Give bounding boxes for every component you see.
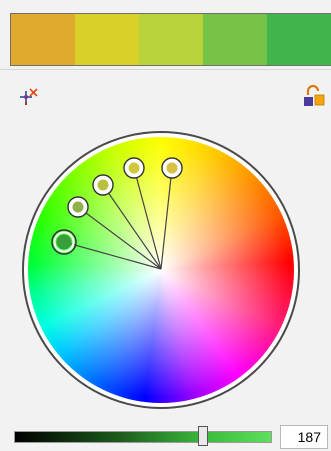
color-swatch[interactable]	[139, 14, 203, 65]
color-palette-strip	[10, 13, 331, 66]
brightness-slider-track[interactable]	[14, 431, 272, 443]
brightness-value-field[interactable]: 187	[280, 425, 328, 449]
harmony-color-marker-fill	[128, 162, 140, 174]
color-swatch[interactable]	[203, 14, 267, 65]
divider	[0, 69, 331, 70]
base-color-marker-fill	[56, 234, 72, 250]
brightness-slider-thumb[interactable]	[198, 426, 209, 446]
harmony-color-marker-fill	[97, 179, 109, 191]
lock-unlocked-icon[interactable]	[302, 84, 326, 108]
color-swatch[interactable]	[75, 14, 139, 65]
harmony-color-marker-fill	[72, 201, 84, 213]
color-harmony-wheel[interactable]	[22, 131, 300, 409]
add-color-target-icon[interactable]	[16, 84, 40, 108]
harmony-rule-overlay	[51, 157, 183, 270]
color-swatch[interactable]	[11, 14, 75, 65]
color-swatch[interactable]	[267, 14, 331, 65]
harmony-color-marker-fill	[166, 162, 178, 174]
